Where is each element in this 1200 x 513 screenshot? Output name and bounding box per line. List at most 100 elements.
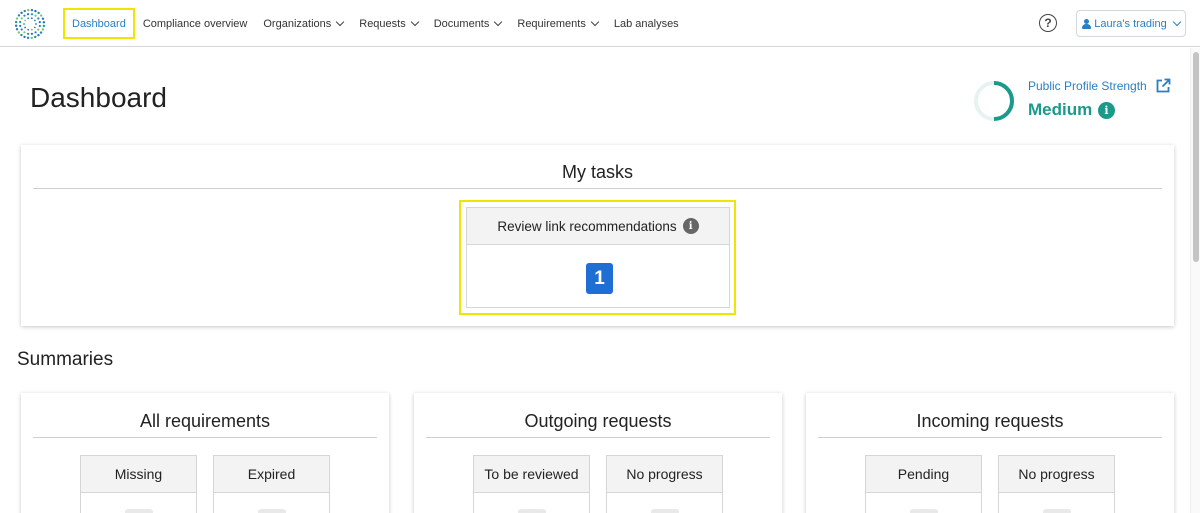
nav-requests-label: Requests (359, 17, 406, 30)
logo-dot (20, 28, 23, 31)
page-scrollbar[interactable] (1190, 48, 1200, 513)
stat-value-badge (518, 509, 546, 513)
top-navbar: Dashboard Compliance overview Organizati… (0, 0, 1200, 47)
logo-dot (30, 13, 34, 16)
stat-no-progress[interactable]: No progress (998, 455, 1115, 513)
logo-dot (30, 32, 34, 35)
summary-card-title: Outgoing requests (524, 411, 672, 431)
logo-dot (20, 17, 23, 20)
nav-documents[interactable]: Documents (426, 8, 510, 39)
stat-value-badge (910, 509, 938, 513)
logo-dot (30, 8, 34, 12)
summary-card-outgoing-requests: Outgoing requests To be reviewed No prog… (414, 393, 782, 513)
logo-dot (19, 24, 22, 28)
stat-label: Pending (866, 456, 981, 493)
nav-organizations[interactable]: Organizations (255, 8, 351, 39)
stat-label: No progress (999, 456, 1114, 493)
divider (818, 437, 1162, 438)
stat-missing[interactable]: Missing (80, 455, 197, 513)
logo-dot (17, 31, 21, 34)
logo-dot (34, 14, 37, 17)
nav-dashboard[interactable]: Dashboard (63, 8, 135, 39)
stat-no-progress[interactable]: No progress (606, 455, 723, 513)
stat-pending[interactable]: Pending (865, 455, 982, 513)
account-name: Laura's trading (1094, 17, 1167, 30)
task-count-badge[interactable]: 1 (586, 263, 613, 294)
scrollbar-thumb[interactable] (1193, 52, 1199, 262)
logo-dot (37, 33, 40, 37)
stat-expired[interactable]: Expired (213, 455, 330, 513)
nav-requirements[interactable]: Requirements (509, 8, 605, 39)
logo-dot (33, 19, 36, 22)
logo-dot (27, 17, 30, 20)
info-icon[interactable]: i (682, 218, 699, 234)
logo-dot (23, 31, 26, 34)
stat-label: Expired (214, 456, 329, 493)
my-tasks-title: My tasks (561, 162, 633, 182)
summaries-heading: Summaries (17, 349, 114, 370)
logo-dot (17, 14, 21, 17)
logo-dot (14, 24, 18, 27)
logo-dot (23, 14, 26, 17)
logo-dot (33, 26, 36, 29)
logo-dot (30, 17, 33, 20)
nav-documents-label: Documents (433, 17, 490, 30)
logo-dot (26, 36, 30, 40)
chevron-down-icon (410, 17, 419, 27)
info-icon[interactable]: i (1098, 102, 1115, 119)
logo-dot (15, 28, 19, 31)
user-icon (1082, 18, 1092, 29)
nav-compliance-overview[interactable]: Compliance overview (135, 8, 256, 39)
nav-lab-analyses[interactable]: Lab analyses (606, 8, 687, 39)
account-menu-button[interactable]: Laura's trading (1076, 10, 1186, 37)
logo-dot (14, 20, 18, 24)
logo-dot (23, 35, 26, 39)
stat-value-badge (125, 509, 153, 513)
stat-label: To be reviewed (474, 456, 589, 493)
logo-dot (24, 26, 27, 29)
logo-dot (37, 28, 40, 31)
app-logo[interactable] (13, 7, 47, 41)
nav-dashboard-label: Dashboard (72, 17, 126, 30)
logo-dot (23, 23, 25, 25)
logo-dot (15, 17, 19, 20)
profile-strength-link[interactable]: Public Profile Strength (1028, 79, 1147, 93)
logo-dot (42, 24, 46, 28)
stat-value-badge (651, 509, 679, 513)
nav-lab-analyses-label: Lab analyses (613, 17, 679, 30)
logo-dot (30, 28, 33, 31)
nav-requests[interactable]: Requests (351, 8, 425, 39)
summary-card-title: All requirements (139, 411, 271, 431)
external-link-icon[interactable] (1155, 78, 1171, 94)
logo-dot (19, 20, 22, 24)
logo-dot (41, 17, 45, 20)
nav-requirements-label: Requirements (517, 17, 586, 30)
my-tasks-card: My tasks Review link recommendations i 1 (21, 145, 1174, 326)
logo-dot (37, 11, 40, 15)
profile-strength-gauge (974, 81, 1014, 121)
logo-dot (42, 21, 46, 24)
stat-value-badge (258, 509, 286, 513)
nav-compliance-overview-label: Compliance overview (142, 17, 248, 30)
logo-dot (38, 20, 41, 24)
stat-to-be-reviewed[interactable]: To be reviewed (473, 455, 590, 513)
logo-dot (27, 8, 30, 12)
logo-dot (34, 31, 37, 34)
divider (426, 437, 770, 438)
page-title: Dashboard (30, 82, 167, 113)
logo-dot (20, 33, 23, 37)
logo-dot (34, 35, 37, 39)
summary-card-incoming-requests: Incoming requests Pending No progress (806, 393, 1174, 513)
task-highlight: Review link recommendations i 1 (459, 200, 736, 315)
stat-label: Missing (81, 456, 196, 493)
logo-dot (30, 36, 33, 40)
task-review-link-recommendations[interactable]: Review link recommendations i 1 (466, 207, 730, 308)
main-nav: Dashboard Compliance overview Organizati… (63, 8, 687, 39)
chevron-down-icon (494, 17, 503, 27)
divider (33, 437, 377, 438)
help-icon[interactable]: ? (1039, 14, 1057, 32)
nav-organizations-label: Organizations (263, 17, 332, 30)
logo-dot (34, 9, 37, 13)
logo-dot (38, 24, 41, 28)
logo-dot (26, 32, 30, 35)
